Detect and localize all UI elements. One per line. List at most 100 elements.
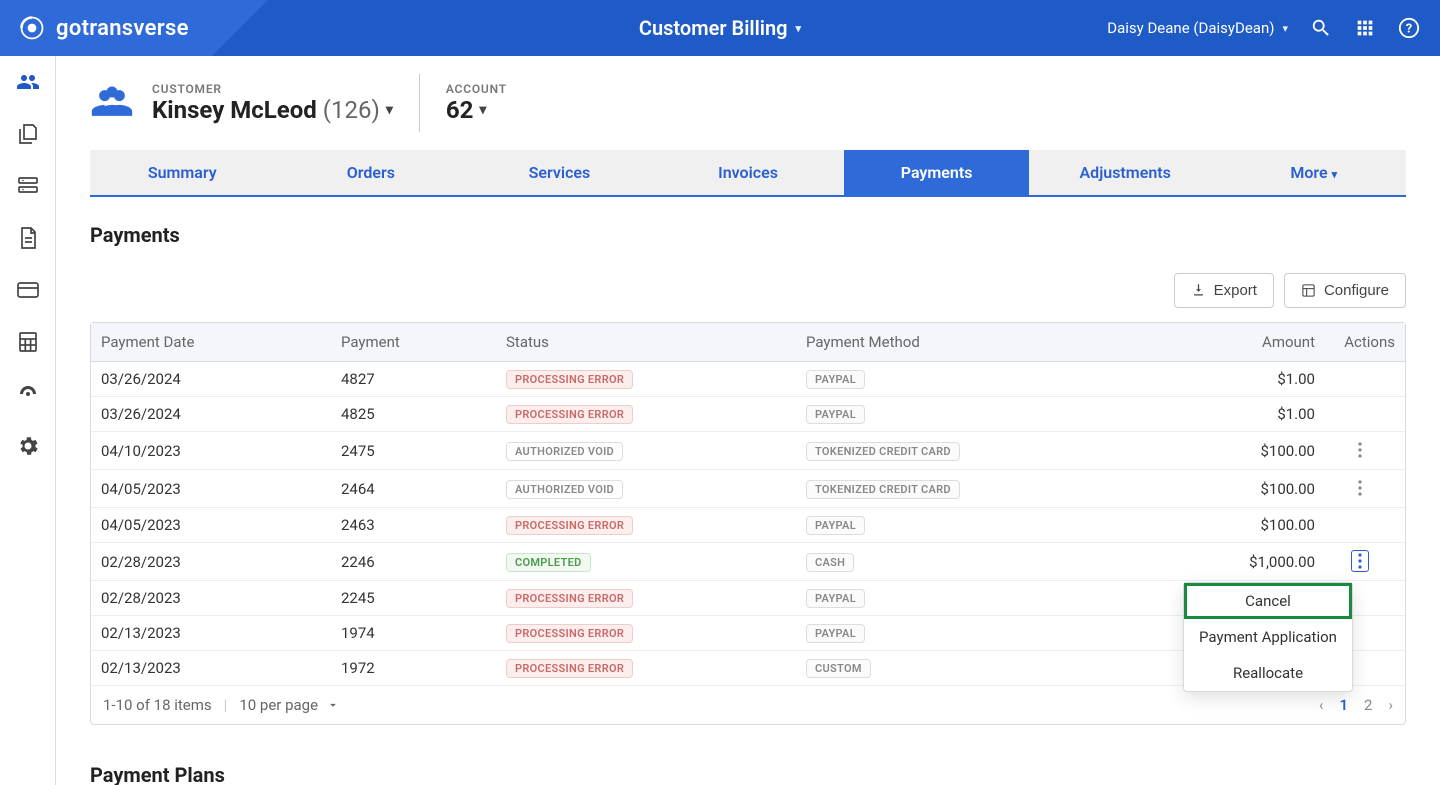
settings-gear-icon[interactable] (16, 434, 40, 458)
caret-down-icon: ▾ (386, 102, 393, 118)
tab-services[interactable]: Services (467, 150, 652, 195)
cell-status: COMPLETED (506, 552, 806, 572)
brand[interactable]: gotransverse (0, 14, 189, 42)
configure-button[interactable]: Configure (1284, 273, 1406, 308)
cell-method: PAYPAL (806, 369, 1156, 389)
search-icon[interactable] (1310, 17, 1332, 39)
next-page[interactable]: › (1388, 696, 1393, 714)
customer-selector[interactable]: Kinsey McLeod (126) ▾ (152, 96, 393, 124)
caret-down-icon: ▾ (796, 22, 802, 35)
dropdown-item-payment-application[interactable]: Payment Application (1184, 619, 1352, 655)
customers-icon[interactable] (16, 70, 40, 94)
cell-actions (1325, 477, 1395, 500)
cell-status: PROCESSING ERROR (506, 623, 806, 643)
cell-actions (1325, 439, 1395, 462)
apps-grid-icon[interactable] (1354, 17, 1376, 39)
cell-method: PAYPAL (806, 588, 1156, 608)
account-label: ACCOUNT (446, 82, 507, 96)
tab-orders[interactable]: Orders (279, 150, 464, 195)
cell-payment-id: 2475 (341, 442, 506, 460)
cell-status: PROCESSING ERROR (506, 369, 806, 389)
table-row: 02/28/20232246COMPLETEDCASH$1,000.00Canc… (91, 543, 1405, 581)
user-menu[interactable]: Daisy Deane (DaisyDean)▾ (1107, 19, 1288, 37)
caret-down-icon: ▾ (479, 102, 486, 118)
cell-amount: $100.00 (1156, 442, 1325, 460)
copy-icon[interactable] (16, 122, 40, 146)
dropdown-item-cancel[interactable]: Cancel (1184, 583, 1352, 619)
status-badge: PROCESSING ERROR (506, 589, 633, 608)
customer-name: Kinsey McLeod (152, 96, 317, 124)
cell-payment-id: 1974 (341, 624, 506, 642)
help-icon[interactable]: ? (1398, 17, 1420, 39)
status-badge: PROCESSING ERROR (506, 405, 633, 424)
column-header[interactable]: Actions (1325, 333, 1395, 351)
cell-payment-date: 02/28/2023 (101, 589, 341, 607)
vertical-dots-icon (1358, 480, 1362, 496)
customer-label: CUSTOMER (152, 82, 393, 96)
cell-status: AUTHORIZED VOID (506, 441, 806, 461)
export-label: Export (1214, 282, 1257, 299)
tab-summary[interactable]: Summary (90, 150, 275, 195)
cell-method: CUSTOM (806, 658, 1156, 678)
column-header[interactable]: Status (506, 333, 806, 351)
tab-payments[interactable]: Payments (844, 150, 1029, 195)
method-badge: PAYPAL (806, 589, 865, 608)
method-badge: CASH (806, 553, 854, 572)
layout-icon (1301, 283, 1316, 298)
cell-actions: CancelPayment ApplicationReallocate (1325, 550, 1395, 573)
column-header[interactable]: Payment Date (101, 333, 341, 351)
cell-payment-id: 2245 (341, 589, 506, 607)
payments-table: Payment DatePaymentStatusPayment MethodA… (90, 322, 1406, 725)
page-2[interactable]: 2 (1364, 696, 1372, 714)
cell-payment-date: 04/05/2023 (101, 480, 341, 498)
method-badge: CUSTOM (806, 659, 871, 678)
servers-icon[interactable] (16, 174, 40, 198)
status-badge: PROCESSING ERROR (506, 370, 633, 389)
tab-invoices[interactable]: Invoices (656, 150, 841, 195)
cell-amount: $100.00 (1156, 516, 1325, 534)
method-badge: PAYPAL (806, 516, 865, 535)
cell-status: PROCESSING ERROR (506, 658, 806, 678)
caret-down-icon: ▾ (1282, 22, 1288, 35)
cell-amount: $1,000.00 (1156, 553, 1325, 571)
cell-status: PROCESSING ERROR (506, 404, 806, 424)
row-actions-menu-button[interactable] (1351, 439, 1369, 461)
cell-payment-id: 1972 (341, 659, 506, 677)
row-actions-menu-button[interactable] (1351, 550, 1369, 572)
vertical-dots-icon (1358, 553, 1362, 569)
chevron-down-icon (326, 698, 340, 712)
tab-more[interactable]: More▾ (1221, 150, 1406, 195)
vertical-dots-icon (1358, 442, 1362, 458)
cell-amount: $100.00 (1156, 480, 1325, 498)
calculator-icon[interactable] (16, 330, 40, 354)
header-title-dropdown[interactable]: Customer Billing ▾ (639, 16, 801, 40)
method-badge: TOKENIZED CREDIT CARD (806, 480, 960, 499)
main-content: CUSTOMER Kinsey McLeod (126) ▾ ACCOUNT 6… (56, 56, 1440, 785)
table-row: 04/10/20232475AUTHORIZED VOIDTOKENIZED C… (91, 432, 1405, 470)
cell-amount: $1.00 (1156, 370, 1325, 388)
per-page-selector[interactable]: 10 per page (239, 696, 340, 714)
dashboard-icon[interactable] (16, 382, 40, 406)
status-badge: PROCESSING ERROR (506, 624, 633, 643)
document-icon[interactable] (16, 226, 40, 250)
export-button[interactable]: Export (1174, 273, 1274, 308)
header-title: Customer Billing (639, 16, 788, 40)
cell-payment-date: 02/28/2023 (101, 553, 341, 571)
cell-status: AUTHORIZED VOID (506, 479, 806, 499)
row-actions-menu-button[interactable] (1351, 477, 1369, 499)
dropdown-item-reallocate[interactable]: Reallocate (1184, 655, 1352, 691)
cell-payment-id: 2464 (341, 480, 506, 498)
prev-page[interactable]: ‹ (1319, 696, 1324, 714)
column-header[interactable]: Amount (1156, 333, 1325, 351)
column-header[interactable]: Payment Method (806, 333, 1156, 351)
credit-card-icon[interactable] (16, 278, 40, 302)
paginator: ‹ 12 › (1319, 696, 1393, 714)
tab-adjustments[interactable]: Adjustments (1033, 150, 1218, 195)
cell-status: PROCESSING ERROR (506, 515, 806, 535)
account-selector[interactable]: 62 ▾ (446, 96, 507, 124)
cell-method: PAYPAL (806, 515, 1156, 535)
cell-payment-id: 2463 (341, 516, 506, 534)
page-1[interactable]: 1 (1339, 696, 1348, 714)
cell-payment-date: 02/13/2023 (101, 624, 341, 642)
column-header[interactable]: Payment (341, 333, 506, 351)
